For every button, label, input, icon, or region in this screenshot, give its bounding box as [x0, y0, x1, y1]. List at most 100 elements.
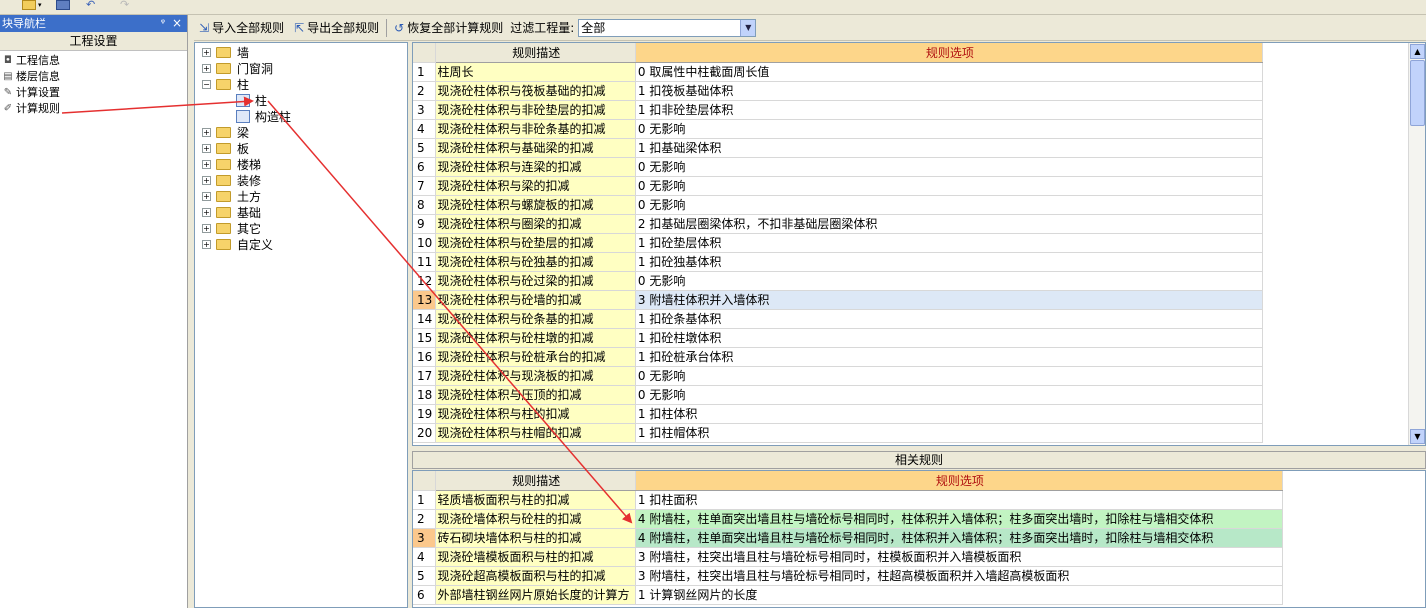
restore-all-rules-button[interactable]: ↺ 恢复全部计算规则 — [391, 17, 506, 39]
nav-item-calc-rules[interactable]: ✐ 计算规则 — [0, 101, 187, 117]
tree-node[interactable]: + 装修 — [195, 173, 407, 189]
table-row[interactable]: 13 现浇砼柱体积与砼墙的扣减 3 附墙柱体积并入墙体积 — [413, 290, 1264, 310]
table-row[interactable]: 5 现浇砼柱体积与基础梁的扣减 1 扣基础梁体积 — [413, 138, 1264, 158]
expand-icon[interactable]: + — [202, 48, 211, 57]
rule-option[interactable]: 3 附墙柱体积并入墙体积 — [635, 290, 1264, 310]
rule-option[interactable]: 1 扣柱面积 — [635, 490, 1284, 510]
open-folder-icon[interactable] — [22, 0, 36, 10]
rule-option[interactable]: 1 扣柱体积 — [635, 404, 1264, 424]
rule-option[interactable]: 0 取属性中柱截面周长值 — [635, 62, 1264, 82]
tree-node[interactable]: 柱 — [195, 93, 407, 109]
table-row[interactable]: 3 砖石砌块墙体积与柱的扣减 4 附墙柱，柱单面突出墙且柱与墙砼标号相同时，柱体积并… — [413, 528, 1284, 548]
import-all-rules-button[interactable]: ⇲ 导入全部规则 — [196, 17, 287, 39]
table-row[interactable]: 2 现浇砼墙体积与砼柱的扣减 4 附墙柱，柱单面突出墙且柱与墙砼标号相同时，柱体积并… — [413, 509, 1284, 529]
tree-node[interactable]: + 楼梯 — [195, 157, 407, 173]
expand-icon[interactable]: + — [202, 144, 211, 153]
table-row[interactable]: 17 现浇砼柱体积与现浇板的扣减 0 无影响 — [413, 366, 1264, 386]
collapse-icon[interactable]: − — [202, 80, 211, 89]
rule-option[interactable]: 0 无影响 — [635, 366, 1264, 386]
expand-icon[interactable]: + — [202, 160, 211, 169]
rule-option[interactable]: 2 扣基础层圈梁体积，不扣非基础层圈梁体积 — [635, 214, 1264, 234]
chevron-down-icon[interactable]: ▼ — [740, 19, 756, 36]
scroll-up-icon[interactable]: ▲ — [1410, 44, 1425, 59]
table-row[interactable]: 4 现浇砼柱体积与非砼条基的扣减 0 无影响 — [413, 119, 1264, 139]
table-row[interactable]: 7 现浇砼柱体积与梁的扣减 0 无影响 — [413, 176, 1264, 196]
rule-option[interactable]: 4 附墙柱，柱单面突出墙且柱与墙砼标号相同时，柱体积并入墙体积；柱多面突出墙时，… — [635, 528, 1284, 548]
rule-option[interactable]: 1 扣筏板基础体积 — [635, 81, 1264, 101]
scroll-thumb[interactable] — [1410, 60, 1425, 126]
table-row[interactable]: 5 现浇砼超高模板面积与柱的扣减 3 附墙柱，柱突出墙且柱与墙砼标号相同时，柱超高模… — [413, 566, 1284, 586]
table-row[interactable]: 15 现浇砼柱体积与砼柱墩的扣减 1 扣砼柱墩体积 — [413, 328, 1264, 348]
rule-option[interactable]: 3 附墙柱，柱突出墙且柱与墙砼标号相同时，柱模板面积并入墙模板面积 — [635, 547, 1284, 567]
expand-icon[interactable]: + — [202, 224, 211, 233]
rule-option[interactable]: 0 无影响 — [635, 271, 1264, 291]
rule-option[interactable]: 1 扣砼垫层体积 — [635, 233, 1264, 253]
scroll-down-icon[interactable]: ▼ — [1410, 429, 1425, 444]
tree-node[interactable]: + 自定义 — [195, 237, 407, 253]
nav-item-project-info[interactable]: ◘ 工程信息 — [0, 53, 187, 69]
expand-icon[interactable]: + — [202, 192, 211, 201]
table-row[interactable]: 14 现浇砼柱体积与砼条基的扣减 1 扣砼条基体积 — [413, 309, 1264, 329]
tree-node[interactable]: − 柱 — [195, 77, 407, 93]
table-row[interactable]: 6 现浇砼柱体积与连梁的扣减 0 无影响 — [413, 157, 1264, 177]
table-row[interactable]: 1 柱周长 0 取属性中柱截面周长值 — [413, 62, 1264, 82]
undo-icon[interactable]: ↶ — [86, 0, 100, 12]
rule-option[interactable]: 3 附墙柱，柱突出墙且柱与墙砼标号相同时，柱超高模板面积并入墙超高模板面积 — [635, 566, 1284, 586]
table-row[interactable]: 11 现浇砼柱体积与砼独基的扣减 1 扣砼独基体积 — [413, 252, 1264, 272]
expand-icon[interactable]: + — [202, 176, 211, 185]
tree-node[interactable]: + 梁 — [195, 125, 407, 141]
tree-node[interactable]: + 门窗洞 — [195, 61, 407, 77]
pin-icon[interactable]: ᵠ — [161, 15, 165, 32]
vertical-scrollbar[interactable]: ▲ ▼ — [1408, 43, 1425, 445]
nav-section-project-settings[interactable]: 工程设置 — [0, 32, 187, 51]
table-row[interactable]: 18 现浇砼柱体积与压顶的扣减 0 无影响 — [413, 385, 1264, 405]
tree-node[interactable]: + 墙 — [195, 45, 407, 61]
grid-header-option[interactable]: 规则选项 — [635, 43, 1264, 63]
table-row[interactable]: 6 外部墙柱钢丝网片原始长度的计算方 1 计算钢丝网片的长度 — [413, 585, 1284, 605]
expand-icon[interactable]: + — [202, 240, 211, 249]
rule-option[interactable]: 1 扣非砼垫层体积 — [635, 100, 1264, 120]
dropdown-arrow-icon[interactable]: ▾ — [38, 0, 44, 12]
table-row[interactable]: 19 现浇砼柱体积与柱的扣减 1 扣柱体积 — [413, 404, 1264, 424]
rule-option[interactable]: 0 无影响 — [635, 385, 1264, 405]
tree-node[interactable]: + 土方 — [195, 189, 407, 205]
table-row[interactable]: 4 现浇砼墙模板面积与柱的扣减 3 附墙柱，柱突出墙且柱与墙砼标号相同时，柱模板面积… — [413, 547, 1284, 567]
rule-option[interactable]: 0 无影响 — [635, 176, 1264, 196]
rule-option[interactable]: 1 计算钢丝网片的长度 — [635, 585, 1284, 605]
rule-option[interactable]: 1 扣砼独基体积 — [635, 252, 1264, 272]
table-row[interactable]: 10 现浇砼柱体积与砼垫层的扣减 1 扣砼垫层体积 — [413, 233, 1264, 253]
related-header-desc[interactable]: 规则描述 — [435, 471, 636, 491]
tree-node[interactable]: 构造柱 — [195, 109, 407, 125]
rule-option[interactable]: 1 扣柱帽体积 — [635, 423, 1264, 443]
rule-option[interactable]: 1 扣砼桩承台体积 — [635, 347, 1264, 367]
rule-option[interactable]: 1 扣砼柱墩体积 — [635, 328, 1264, 348]
table-row[interactable]: 1 轻质墙板面积与柱的扣减 1 扣柱面积 — [413, 490, 1284, 510]
rule-option[interactable]: 1 扣基础梁体积 — [635, 138, 1264, 158]
related-header-option[interactable]: 规则选项 — [635, 471, 1284, 491]
tree-node[interactable]: + 其它 — [195, 221, 407, 237]
export-all-rules-button[interactable]: ⇱ 导出全部规则 — [291, 17, 382, 39]
redo-icon[interactable]: ↷ — [120, 0, 134, 12]
table-row[interactable]: 2 现浇砼柱体积与筏板基础的扣减 1 扣筏板基础体积 — [413, 81, 1264, 101]
expand-icon[interactable]: + — [202, 64, 211, 73]
rule-option[interactable]: 1 扣砼条基体积 — [635, 309, 1264, 329]
close-icon[interactable]: × — [172, 15, 182, 32]
rule-option[interactable]: 0 无影响 — [635, 119, 1264, 139]
nav-item-calc-settings[interactable]: ✎ 计算设置 — [0, 85, 187, 101]
tree-node[interactable]: + 基础 — [195, 205, 407, 221]
table-row[interactable]: 8 现浇砼柱体积与螺旋板的扣减 0 无影响 — [413, 195, 1264, 215]
expand-icon[interactable]: + — [202, 128, 211, 137]
table-row[interactable]: 9 现浇砼柱体积与圈梁的扣减 2 扣基础层圈梁体积，不扣非基础层圈梁体积 — [413, 214, 1264, 234]
save-icon[interactable] — [56, 0, 70, 10]
table-row[interactable]: 12 现浇砼柱体积与砼过梁的扣减 0 无影响 — [413, 271, 1264, 291]
table-row[interactable]: 16 现浇砼柱体积与砼桩承台的扣减 1 扣砼桩承台体积 — [413, 347, 1264, 367]
tree-node[interactable]: + 板 — [195, 141, 407, 157]
grid-header-desc[interactable]: 规则描述 — [435, 43, 636, 63]
rule-option[interactable]: 0 无影响 — [635, 157, 1264, 177]
table-row[interactable]: 20 现浇砼柱体积与柱帽的扣减 1 扣柱帽体积 — [413, 423, 1264, 443]
rule-option[interactable]: 0 无影响 — [635, 195, 1264, 215]
rule-option[interactable]: 4 附墙柱，柱单面突出墙且柱与墙砼标号相同时，柱体积并入墙体积；柱多面突出墙时，… — [635, 509, 1284, 529]
nav-item-floor-info[interactable]: ▤ 楼层信息 — [0, 69, 187, 85]
filter-select[interactable]: 全部 ▼ — [578, 18, 757, 37]
expand-icon[interactable]: + — [202, 208, 211, 217]
